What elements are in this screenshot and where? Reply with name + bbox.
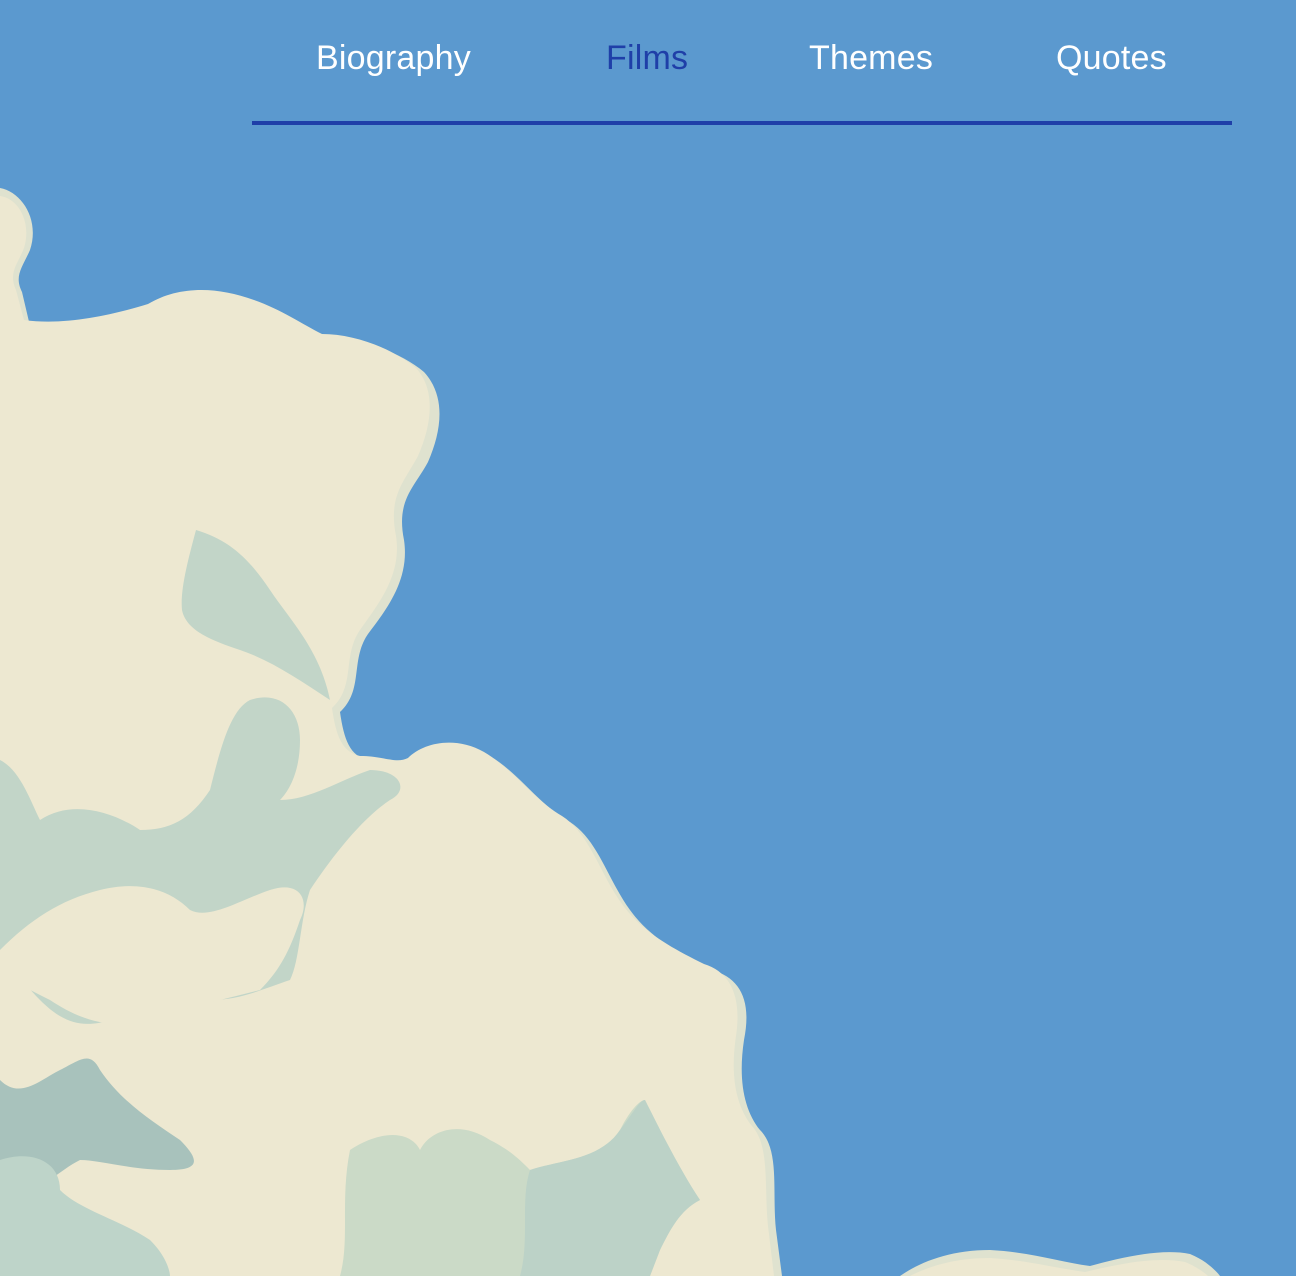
nav-underline-divider — [252, 121, 1232, 125]
nav-films-link[interactable]: Films — [606, 36, 688, 80]
nav-themes-link[interactable]: Themes — [809, 36, 933, 80]
nav-quotes-link[interactable]: Quotes — [1056, 36, 1167, 80]
map-background — [0, 0, 1296, 1276]
nav-biography-link[interactable]: Biography — [316, 36, 471, 80]
top-navigation: Biography Films Themes Quotes — [252, 0, 1232, 126]
